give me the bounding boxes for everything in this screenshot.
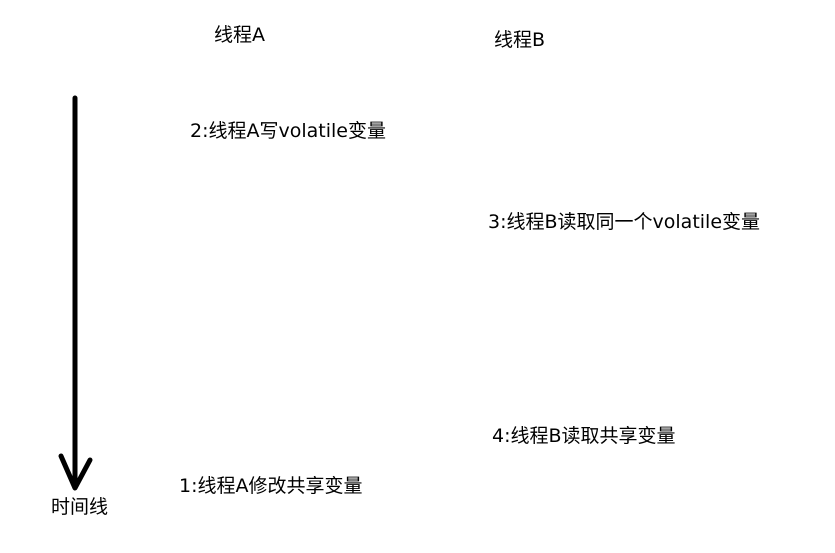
diagram-canvas: 线程A 线程B 2:线程A写volatile变量 3:线程B读取同一个volat… xyxy=(0,0,835,553)
timeline-label: 时间线 xyxy=(51,496,109,518)
timeline-arrow xyxy=(58,95,93,491)
